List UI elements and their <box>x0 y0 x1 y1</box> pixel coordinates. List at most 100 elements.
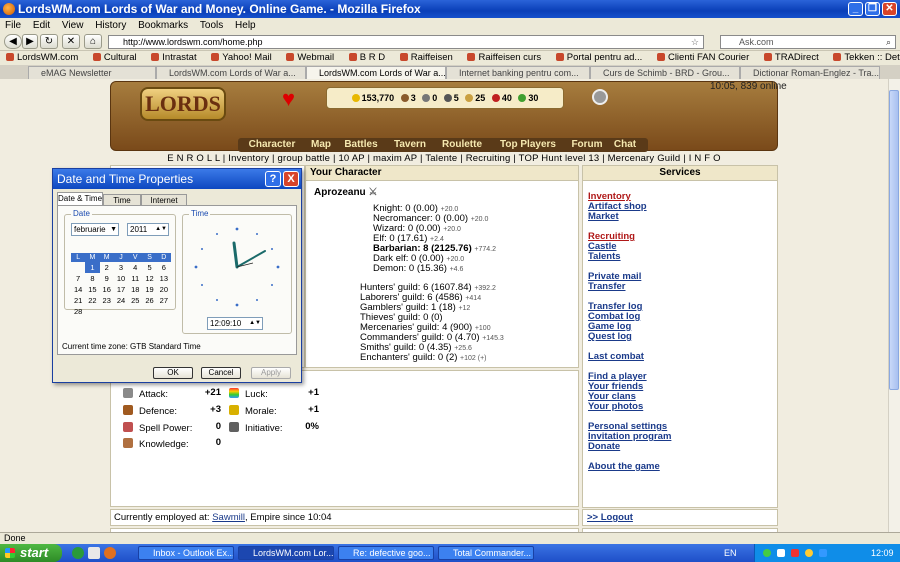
spin-arrows-icon[interactable]: ▲▼ <box>249 318 261 329</box>
nav-roulette[interactable]: Roulette <box>436 138 488 152</box>
tray-icon[interactable] <box>819 549 827 557</box>
task-outlook[interactable]: Inbox - Outlook Ex... <box>138 546 234 560</box>
spin-arrows-icon[interactable]: ▲▼ <box>155 224 167 235</box>
back-button[interactable]: ◀ <box>4 34 22 49</box>
bookmark-item[interactable]: Raiffeisen curs <box>467 52 541 63</box>
bookmark-item[interactable]: Webmail <box>286 52 334 63</box>
menu-edit[interactable]: Edit <box>33 20 50 31</box>
tray-icon[interactable] <box>777 549 785 557</box>
menu-view[interactable]: View <box>62 20 84 31</box>
logout-link[interactable]: >> Logout <box>587 512 633 523</box>
service-donate[interactable]: Donate <box>588 442 620 452</box>
bookmark-item[interactable]: Cultural <box>93 52 137 63</box>
service-quest-log[interactable]: Quest log <box>588 332 632 342</box>
close-button[interactable]: ✕ <box>882 2 897 16</box>
nav-top-players[interactable]: Top Players <box>492 138 564 152</box>
apply-button[interactable]: Apply <box>251 367 291 379</box>
service-talents[interactable]: Talents <box>588 252 621 262</box>
menu-history[interactable]: History <box>95 20 126 31</box>
quicklaunch-icon[interactable] <box>104 547 116 559</box>
quicklaunch-icon[interactable] <box>72 547 84 559</box>
task-lordswm[interactable]: LordsWM.com Lor... <box>238 546 334 560</box>
window-titlebar[interactable]: LordsWM.com Lords of War and Money. Onli… <box>0 0 900 18</box>
calendar-week[interactable]: 123456 <box>71 262 171 273</box>
bookmark-item[interactable]: Clienti FAN Courier <box>657 52 749 63</box>
character-name[interactable]: Aprozeanu ⚔ <box>314 187 377 198</box>
url-bar[interactable]: http://www.lordswm.com/home.php ☆ <box>108 35 704 49</box>
nav-tavern[interactable]: Tavern <box>388 138 432 152</box>
stop-icon[interactable]: ✕ <box>62 34 80 49</box>
tray-icon[interactable] <box>791 549 799 557</box>
bookmark-item[interactable]: LordsWM.com <box>6 52 78 63</box>
search-icon[interactable]: ⌕ <box>886 36 891 48</box>
start-button[interactable]: start <box>0 544 62 562</box>
time-stepper[interactable]: 12:09:10 ▲▼ <box>207 317 263 330</box>
nav-character[interactable]: Character <box>242 138 302 152</box>
forward-button[interactable]: ▶ <box>22 34 38 49</box>
attack-icon <box>123 388 133 398</box>
your-character-header: Your Character <box>306 166 578 181</box>
menu-tools[interactable]: Tools <box>200 20 223 31</box>
employment-place-link[interactable]: Sawmill <box>212 512 245 523</box>
nav-battles[interactable]: Battles <box>340 138 382 152</box>
tab-curs-schimb[interactable]: Curs de Schimb - BRD - Grou... <box>590 66 740 79</box>
tab-lordswm-2[interactable]: LordsWM.com Lords of War a... <box>306 66 446 79</box>
ok-button[interactable]: OK <box>153 367 193 379</box>
year-stepper[interactable]: 2011 ▲▼ <box>127 223 169 236</box>
calendar-week[interactable]: 7 8 9 10 11 12 13 <box>71 273 171 284</box>
calendar-week[interactable]: 28 <box>71 306 171 317</box>
maximize-button[interactable]: ❐ <box>865 2 880 16</box>
menu-bookmarks[interactable]: Bookmarks <box>138 20 188 31</box>
taskbar-clock[interactable]: 12:09 <box>871 544 894 562</box>
bookmark-item[interactable]: TRADirect <box>764 52 819 63</box>
bookmark-item[interactable]: Raiffeisen <box>400 52 453 63</box>
bookmark-item[interactable]: Tekken :: Details ... <box>833 52 900 63</box>
tab-lordswm-1[interactable]: LordsWM.com Lords of War a... <box>156 66 306 79</box>
month-select[interactable]: februarie ▼ <box>71 223 119 236</box>
tab-emag[interactable]: eMAG Newsletter <box>28 66 156 79</box>
nav-map[interactable]: Map <box>306 138 336 152</box>
calendar-week[interactable]: 14 15 16 17 18 19 20 <box>71 284 171 295</box>
bookmark-item[interactable]: B R D <box>349 52 385 63</box>
menu-help[interactable]: Help <box>235 20 256 31</box>
bookmark-star-icon[interactable]: ☆ <box>691 36 699 48</box>
scrollbar-thumb[interactable] <box>889 90 899 390</box>
nav-chat[interactable]: Chat <box>610 138 640 152</box>
date-time-dialog[interactable]: Date and Time Properties ? X Date & Time… <box>52 168 302 383</box>
bookmark-item[interactable]: Intrastat <box>151 52 196 63</box>
tray-icon[interactable] <box>805 549 813 557</box>
minimize-button[interactable]: _ <box>848 2 863 16</box>
cancel-button[interactable]: Cancel <box>201 367 241 379</box>
home-icon[interactable]: ⌂ <box>84 34 102 49</box>
task-defective[interactable]: Re: defective goo... <box>338 546 434 560</box>
tray-icon[interactable] <box>763 549 771 557</box>
task-total-commander[interactable]: Total Commander... <box>438 546 534 560</box>
service-last-combat[interactable]: Last combat <box>588 352 644 362</box>
lords-logo[interactable]: LORDS <box>140 87 226 121</box>
language-indicator[interactable]: EN <box>724 544 737 562</box>
nav-forum[interactable]: Forum <box>568 138 606 152</box>
service-transfer[interactable]: Transfer <box>588 282 626 292</box>
tab-date-time[interactable]: Date & Time <box>57 192 103 206</box>
status-text: Done <box>4 533 26 543</box>
calendar-grid[interactable]: LMMJVSD 123456 7 8 9 10 11 12 13 14 15 16 17 18 19 2… <box>71 253 171 317</box>
morale-wings-icon <box>229 405 239 415</box>
quicklaunch-icon[interactable] <box>88 547 100 559</box>
service-your-photos[interactable]: Your photos <box>588 402 643 412</box>
resource-wood: 3 <box>410 93 416 103</box>
search-input[interactable]: Ask.com ⌕ <box>720 35 896 49</box>
calendar-week[interactable]: 21 22 23 24 25 26 27 <box>71 295 171 306</box>
dialog-close-button[interactable]: X <box>283 171 299 187</box>
dialog-help-button[interactable]: ? <box>265 171 281 187</box>
tab-internet-banking[interactable]: Internet banking pentru com... <box>446 66 590 79</box>
bookmark-item[interactable]: Yahoo! Mail <box>211 52 271 63</box>
service-market[interactable]: Market <box>588 212 619 222</box>
dialog-title: Date and Time Properties <box>57 172 194 186</box>
service-about-game[interactable]: About the game <box>588 462 660 472</box>
bookmark-item[interactable]: Portal pentru ad... <box>556 52 643 63</box>
reload-icon[interactable]: ↻ <box>40 34 58 49</box>
game-sub-nav[interactable]: E N R O L L | Inventory | group battle |… <box>110 153 778 165</box>
menu-file[interactable]: File <box>5 20 21 31</box>
tab-dictionar[interactable]: Dictionar Roman-Englez - Tra... <box>740 66 880 79</box>
dialog-titlebar[interactable]: Date and Time Properties ? X <box>53 169 301 189</box>
